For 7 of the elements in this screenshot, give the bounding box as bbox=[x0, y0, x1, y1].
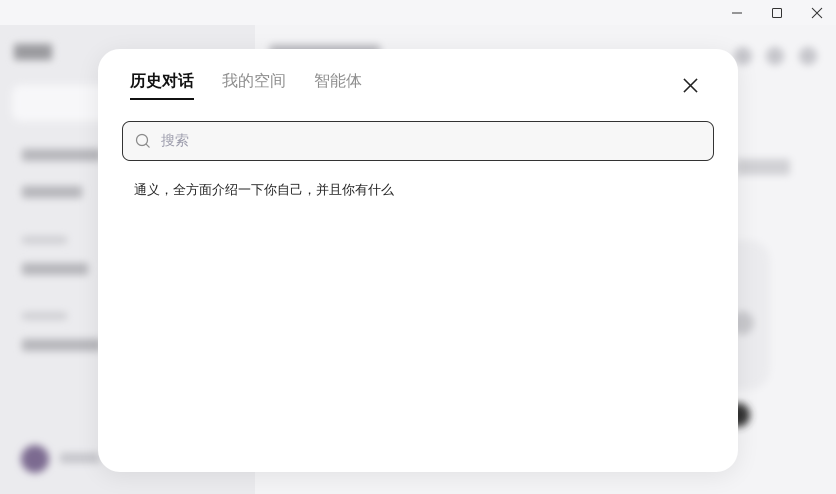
close-icon[interactable] bbox=[811, 6, 823, 18]
close-icon[interactable] bbox=[683, 78, 698, 92]
maximize-icon[interactable] bbox=[771, 6, 783, 18]
search-field[interactable]: 搜索 bbox=[122, 121, 714, 161]
history-item[interactable]: 通义，全方面介绍一下你自己，并且你有什么 bbox=[134, 181, 702, 199]
tab[interactable]: 历史对话 bbox=[130, 70, 194, 100]
search-icon bbox=[135, 133, 151, 149]
